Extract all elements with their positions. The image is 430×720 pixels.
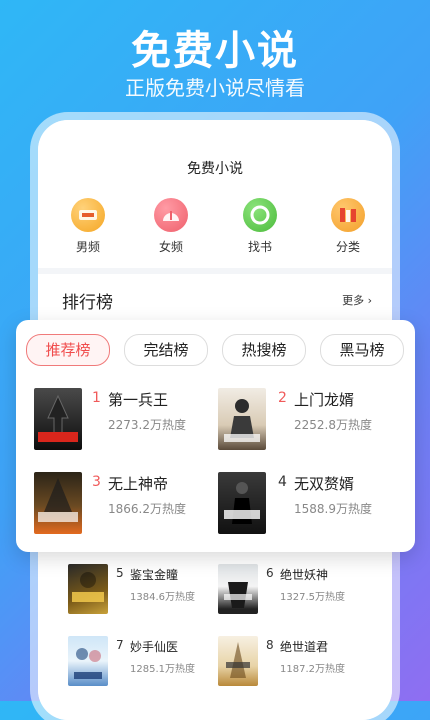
tab-dark-horse[interactable]: 黑马榜: [320, 334, 404, 366]
female-books-icon: [154, 198, 188, 232]
book-rank: 5: [116, 566, 124, 580]
tab-recommended[interactable]: 推荐榜: [26, 334, 110, 366]
category-female[interactable]: 女频: [141, 198, 201, 255]
book-heat: 1384.6万热度: [130, 592, 195, 603]
book-cover: [34, 388, 82, 450]
book-title: 第一兵王: [108, 391, 169, 409]
list-item[interactable]: 4 无双赘婿 1588.9万热度: [218, 472, 408, 536]
book-cover: [218, 472, 266, 534]
book-cover: [68, 636, 108, 686]
male-books-icon: [71, 198, 105, 232]
list-item[interactable]: 2 上门龙婿 2252.8万热度: [218, 388, 408, 452]
book-heat: 1285.1万热度: [130, 664, 195, 675]
category-male[interactable]: 男频: [58, 198, 118, 255]
book-rank: 2: [278, 390, 287, 406]
tab-hot-search[interactable]: 热搜榜: [222, 334, 306, 366]
book-title: 妙手仙医: [130, 640, 179, 654]
book-cover: [218, 636, 258, 686]
book-rank: 4: [278, 474, 287, 490]
ranking-header: 排行榜 更多 ›: [38, 274, 392, 324]
app-header: 免费小说 男频 女频 找书 分类: [38, 120, 392, 268]
book-rank: 8: [266, 638, 274, 652]
book-title: 鉴宝金瞳: [130, 568, 179, 582]
tab-completed[interactable]: 完结榜: [124, 334, 208, 366]
book-heat: 2252.8万热度: [294, 418, 372, 432]
list-item[interactable]: 1 第一兵王 2273.2万热度: [34, 388, 204, 452]
category-label: 男频: [75, 240, 100, 254]
list-item[interactable]: 3 无上神帝 1866.2万热度: [34, 472, 204, 536]
book-cover: [68, 564, 108, 614]
book-heat: 1866.2万热度: [108, 502, 186, 516]
book-rank: 6: [266, 566, 274, 580]
category-classify[interactable]: 分类: [318, 198, 378, 255]
book-rank: 3: [92, 474, 101, 490]
book-heat: 1187.2万热度: [280, 664, 345, 675]
book-rank: 7: [116, 638, 124, 652]
ranking-popup-card: 推荐榜 完结榜 热搜榜 黑马榜 1 第一兵王 2273.2万热度 2 上门龙婿 …: [16, 320, 415, 552]
book-title: 无双赘婿: [294, 475, 355, 493]
book-title: 无上神帝: [108, 475, 169, 493]
book-heat: 2273.2万热度: [108, 418, 186, 432]
book-title: 绝世妖神: [280, 568, 329, 582]
category-label: 找书: [247, 240, 272, 254]
book-cover: [218, 388, 266, 450]
find-book-icon: [243, 198, 277, 232]
category-label: 分类: [335, 240, 360, 254]
promo-title: 免费小说: [131, 28, 299, 74]
book-heat: 1327.5万热度: [280, 592, 345, 603]
book-heat: 1588.9万热度: [294, 502, 372, 516]
category-icon: [331, 198, 365, 232]
book-title: 绝世道君: [280, 640, 329, 654]
ranking-title: 排行榜: [62, 293, 113, 313]
app-title: 免费小说: [187, 161, 243, 177]
category-find-book[interactable]: 找书: [230, 198, 290, 255]
promo-subtitle: 正版免费小说尽情看: [125, 76, 305, 100]
more-link[interactable]: 更多 ›: [342, 292, 372, 308]
book-rank: 1: [92, 390, 101, 406]
category-label: 女频: [158, 240, 183, 254]
book-title: 上门龙婿: [294, 391, 355, 409]
book-cover: [218, 564, 258, 614]
book-cover: [34, 472, 82, 534]
